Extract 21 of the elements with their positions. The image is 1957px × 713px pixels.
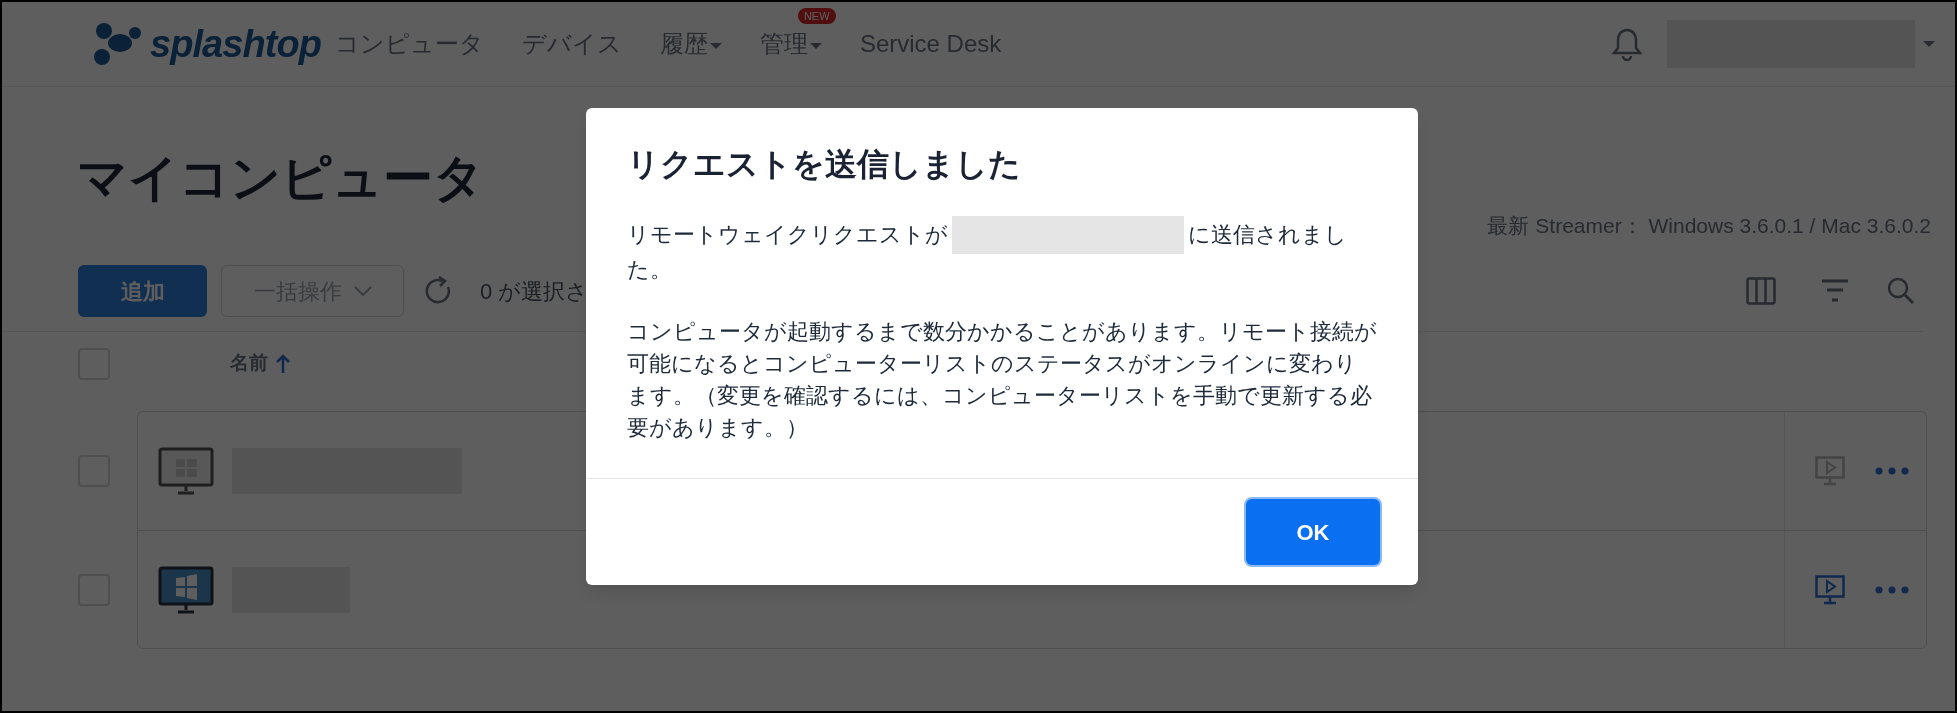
caret-icon[interactable] [1923,40,1935,48]
dialog-note-text: コンピュータが起動するまで数分かかることがあります。リモート接続が可能になるとコンピューターリストのステータスがオンラインに変わります。（変更を確認するには、コンピューターリストを手動で更新する必要があります。） [627,319,1378,442]
chevron-down-icon [353,286,372,296]
dialog-message-text: た。 [627,257,673,284]
bell-icon[interactable] [1611,27,1643,61]
selection-count-text: 0 が選択さ [480,277,589,306]
ok-button[interactable]: OK [1246,499,1380,565]
more-options-icon[interactable] [1875,585,1909,594]
dialog-message-text: に送信されまし [1188,222,1347,249]
more-options-icon[interactable] [1875,467,1909,475]
remote-connect-icon[interactable] [1815,574,1845,605]
remote-connect-icon[interactable] [1815,456,1845,486]
dialog-title: リクエストを送信しました [627,148,1022,180]
new-badge: NEW [797,8,836,24]
columns-icon[interactable] [1746,277,1776,305]
search-icon[interactable] [1887,277,1915,305]
filter-icon[interactable] [1821,279,1849,303]
logo-text: splashtop [150,21,321,67]
page-title: マイコンピュータ [77,153,484,203]
add-button[interactable]: 追加 [78,265,207,317]
dialog-message-text: リモートウェイクリクエストが [627,222,948,249]
